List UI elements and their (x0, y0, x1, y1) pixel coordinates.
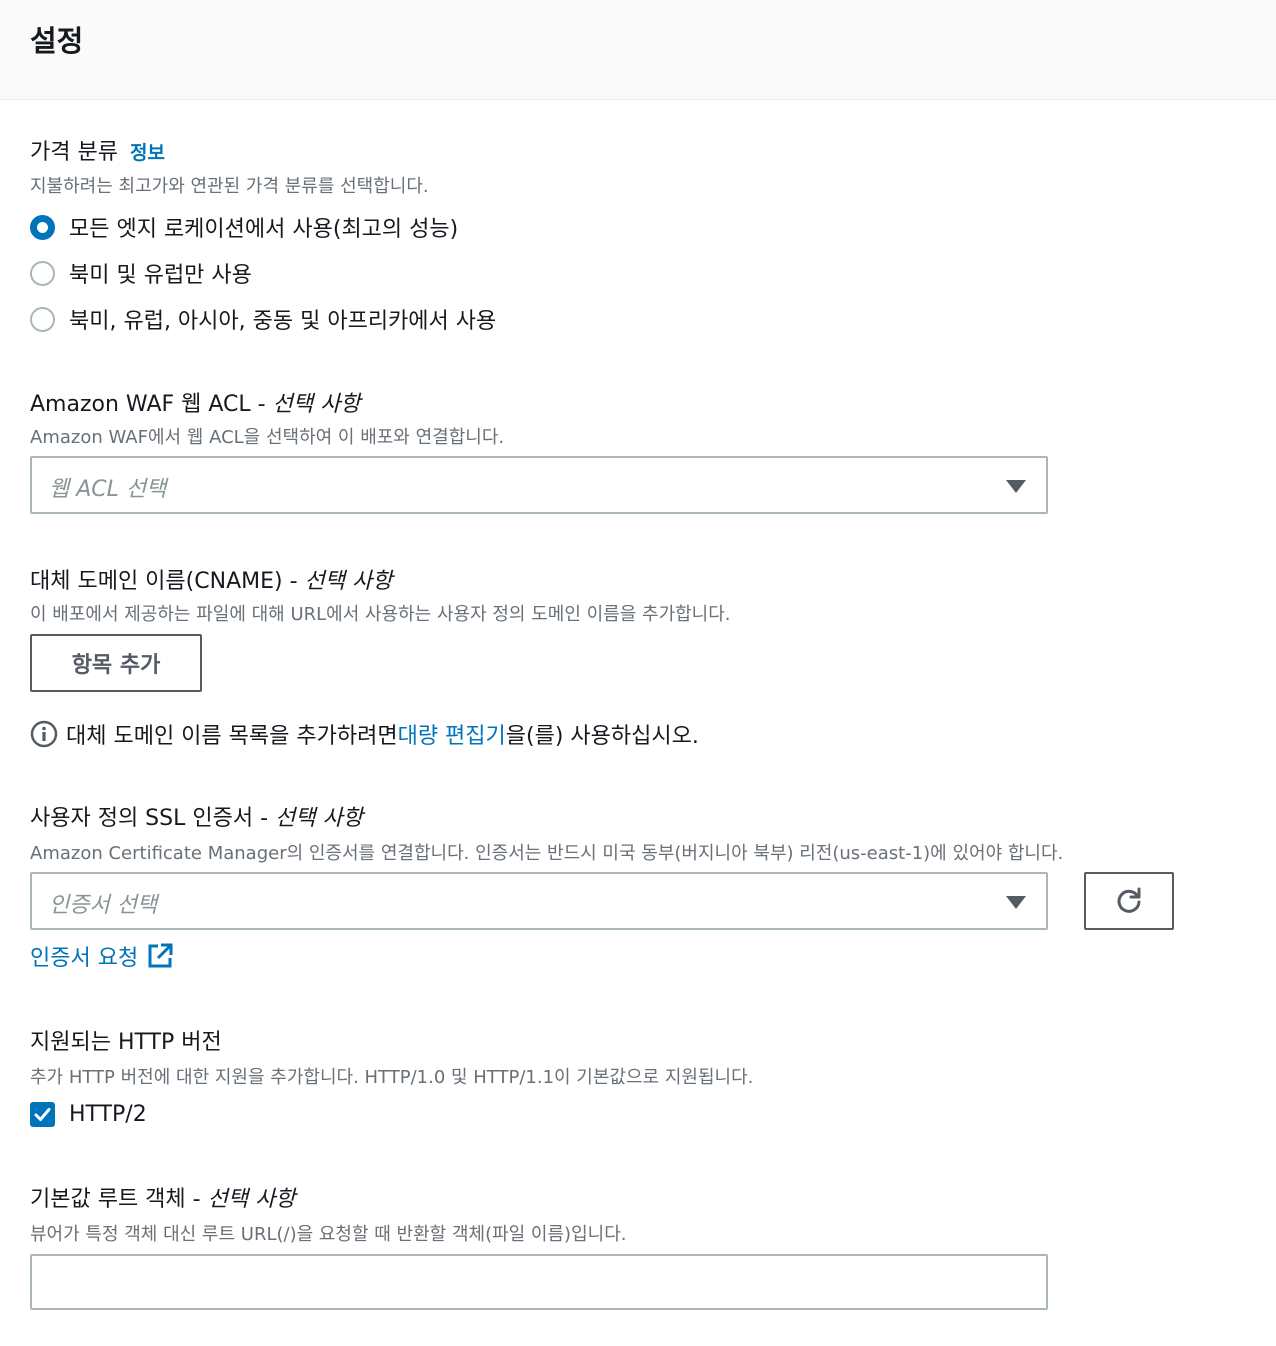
external-link-icon (146, 942, 174, 970)
check-icon (34, 1108, 51, 1121)
certificate-placeholder: 인증서 선택 (49, 893, 158, 918)
cname-label-text: 대체 도메인 이름(CNAME) - (30, 569, 305, 594)
refresh-icon (1113, 885, 1145, 917)
http2-label: HTTP/2 (69, 1102, 147, 1127)
http-version-description: 추가 HTTP 버전에 대한 지원을 추가합니다. HTTP/1.0 및 HTT… (30, 1067, 754, 1088)
radio-unselected[interactable] (30, 306, 55, 332)
cname-description: 이 배포에서 제공하는 파일에 대해 URL에서 사용하는 사용자 정의 도메인… (30, 604, 731, 625)
ssl-label-text: 사용자 정의 SSL 인증서 - (30, 806, 276, 831)
waf-acl-placeholder: 웹 ACL 선택 (49, 477, 167, 502)
certificate-select[interactable]: 인증서 선택 (30, 872, 1048, 930)
waf-label: Amazon WAF 웹 ACL - 선택 사항 (30, 386, 361, 418)
price-class-description: 지불하려는 최고가와 연관된 가격 분류를 선택합니다. (30, 176, 429, 197)
root-object-description: 뷰어가 특정 객체 대신 루트 URL(/)을 요청할 때 반환할 객체(파일 … (30, 1224, 627, 1245)
note-text: 대체 도메인 이름 목록을 추가하려면 (66, 724, 398, 749)
optional-tag: 선택 사항 (272, 392, 361, 417)
note-text-after: 을(를) 사용하십시오. (505, 724, 699, 749)
info-icon (30, 720, 58, 748)
radio-unselected[interactable] (30, 260, 55, 286)
cname-label: 대체 도메인 이름(CNAME) - 선택 사항 (30, 563, 392, 595)
http2-checkbox[interactable] (30, 1102, 55, 1127)
price-class-label-text: 가격 분류 (30, 140, 118, 165)
waf-description: Amazon WAF에서 웹 ACL을 선택하여 이 배포와 연결합니다. (30, 427, 505, 448)
request-certificate-text: 인증서 요청 (30, 946, 139, 971)
radio-selected[interactable] (30, 214, 55, 240)
http-version-label: 지원되는 HTTP 버전 (30, 1030, 222, 1055)
price-class-option-label: 북미 및 유럽만 사용 (69, 263, 252, 288)
price-class-option-na-eu[interactable]: 북미 및 유럽만 사용 (30, 257, 252, 289)
root-object-input[interactable] (30, 1254, 1048, 1310)
request-certificate-link[interactable]: 인증서 요청 (30, 940, 174, 972)
caret-down-icon (1006, 480, 1026, 493)
settings-header: 설정 (0, 0, 1276, 100)
bulk-editor-link[interactable]: 대량 편집기 (398, 718, 506, 750)
price-class-option-all[interactable]: 모든 엣지 로케이션에서 사용(최고의 성능) (30, 211, 458, 243)
refresh-certificates-button[interactable] (1084, 872, 1174, 930)
waf-label-text: Amazon WAF 웹 ACL - (30, 392, 273, 417)
optional-tag: 선택 사항 (275, 806, 363, 831)
price-class-label: 가격 분류 정보 (30, 134, 165, 166)
price-class-info-link[interactable]: 정보 (130, 142, 165, 164)
root-object-label-text: 기본값 루트 객체 - (30, 1187, 208, 1212)
http2-checkbox-row[interactable]: HTTP/2 (30, 1102, 147, 1127)
add-item-button[interactable]: 항목 추가 (30, 634, 202, 692)
waf-acl-select[interactable]: 웹 ACL 선택 (30, 456, 1048, 514)
price-class-option-na-eu-asia[interactable]: 북미, 유럽, 아시아, 중동 및 아프리카에서 사용 (30, 303, 496, 335)
caret-down-icon (1006, 896, 1026, 909)
price-class-option-label: 북미, 유럽, 아시아, 중동 및 아프리카에서 사용 (69, 309, 497, 334)
root-object-label: 기본값 루트 객체 - 선택 사항 (30, 1181, 296, 1213)
optional-tag: 선택 사항 (304, 569, 393, 594)
ssl-label: 사용자 정의 SSL 인증서 - 선택 사항 (30, 800, 363, 832)
price-class-option-label: 모든 엣지 로케이션에서 사용(최고의 성능) (69, 217, 459, 242)
page-title: 설정 (30, 24, 84, 58)
bulk-editor-note: 대체 도메인 이름 목록을 추가하려면 대량 편집기 을(를) 사용하십시오. (30, 718, 699, 750)
ssl-description: Amazon Certificate Manager의 인증서를 연결합니다. … (30, 843, 1064, 864)
optional-tag: 선택 사항 (207, 1187, 296, 1212)
